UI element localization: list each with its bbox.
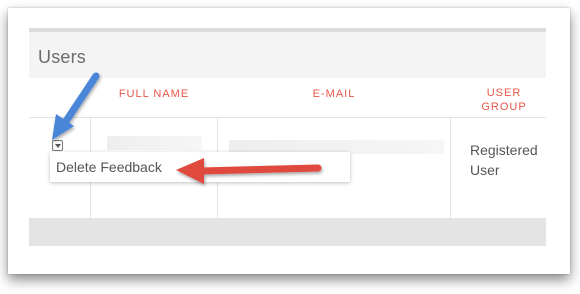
- red-arrow-icon: [176, 158, 322, 184]
- annotation-arrows: [52, 72, 322, 184]
- blue-arrow-icon: [52, 72, 100, 140]
